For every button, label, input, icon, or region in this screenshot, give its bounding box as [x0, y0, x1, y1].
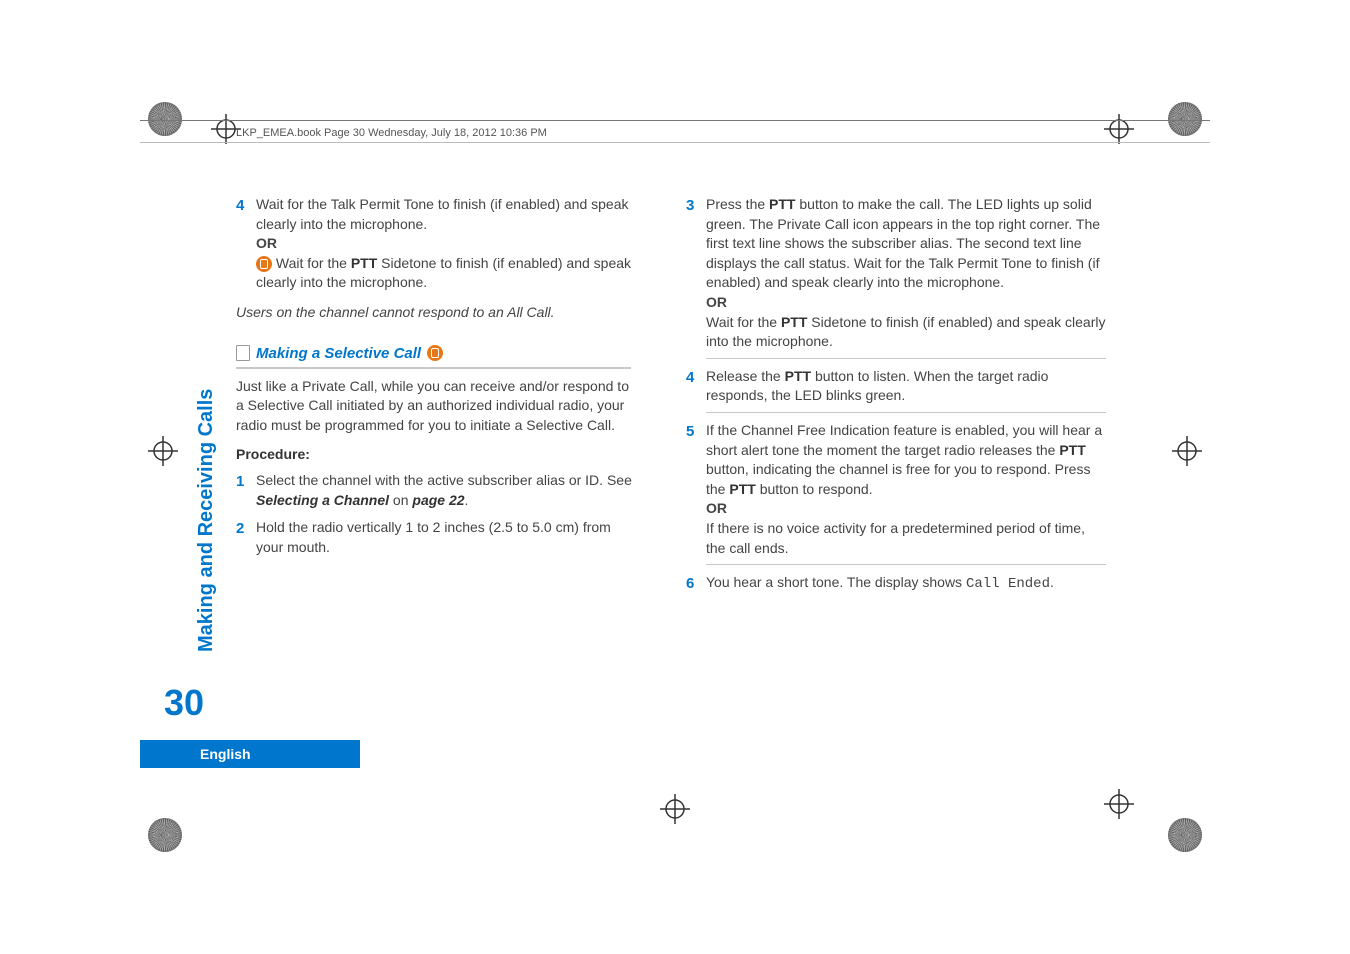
step-text: Release the [706, 368, 785, 384]
step-text: If there is no voice activity for a pred… [706, 520, 1085, 556]
section-title: Making a Selective Call [256, 343, 421, 364]
step-number: 4 [686, 367, 706, 413]
step-number: 4 [236, 195, 256, 293]
step-text: Wait for the [276, 255, 351, 271]
registration-mark-icon [1172, 436, 1202, 466]
step-text: on [389, 492, 412, 508]
registration-mark-icon [1104, 789, 1134, 819]
step-text: You hear a short tone. The display shows [706, 574, 966, 590]
step-3: 3 Press the PTT button to make the call.… [686, 195, 1106, 359]
step-text: . [1050, 574, 1054, 590]
step-number: 3 [686, 195, 706, 359]
header-rule [140, 142, 1210, 143]
display-text: Call Ended [966, 576, 1050, 592]
registration-mark-icon [660, 794, 690, 824]
page-header-text: LKP_EMEA.book Page 30 Wednesday, July 18… [236, 127, 547, 139]
step-text: If the Channel Free Indication feature i… [706, 422, 1102, 458]
divider [706, 412, 1106, 413]
left-column: 4 Wait for the Talk Permit Tone to finis… [236, 195, 636, 603]
step-2: 2 Hold the radio vertically 1 to 2 inche… [236, 518, 636, 557]
section-intro: Just like a Private Call, while you can … [236, 377, 636, 436]
or-label: OR [706, 500, 727, 516]
step-number: 5 [686, 421, 706, 565]
side-tab: Making and Receiving Calls [195, 389, 218, 652]
step-6: 6 You hear a short tone. The display sho… [686, 573, 1106, 595]
divider [706, 564, 1106, 565]
ptt-label: PTT [1059, 442, 1085, 458]
step-text: button to respond. [756, 481, 873, 497]
content-columns: 4 Wait for the Talk Permit Tone to finis… [236, 195, 1106, 603]
crop-mark-icon [148, 102, 182, 136]
or-label: OR [706, 294, 727, 310]
step-number: 6 [686, 573, 706, 595]
step-text: Hold the radio vertically 1 to 2 inches … [256, 518, 636, 557]
step-text: . [465, 492, 469, 508]
step-text: Wait for the Talk Permit Tone to finish … [256, 196, 629, 232]
or-label: OR [256, 235, 277, 251]
ptt-label: PTT [785, 368, 811, 384]
divider [706, 358, 1106, 359]
step-text: Select the channel with the active subsc… [256, 472, 632, 488]
page-number: 30 [164, 682, 204, 724]
cross-ref: Selecting a Channel [256, 492, 389, 508]
registration-mark-icon [148, 436, 178, 466]
header-rule [140, 120, 1210, 121]
page-ref: page 22 [412, 492, 464, 508]
step-1: 1 Select the channel with the active sub… [236, 471, 636, 510]
ptt-label: PTT [781, 314, 807, 330]
step-number: 2 [236, 518, 256, 557]
crop-mark-icon [1168, 818, 1202, 852]
radio-icon [427, 345, 443, 361]
crop-mark-icon [1168, 102, 1202, 136]
radio-icon [256, 256, 272, 272]
language-tab: English [140, 740, 360, 768]
procedure-label: Procedure: [236, 445, 636, 465]
step-4: 4 Release the PTT button to listen. When… [686, 367, 1106, 413]
crop-mark-icon [148, 818, 182, 852]
ptt-label: PTT [769, 196, 795, 212]
step-text: Wait for the [706, 314, 781, 330]
right-column: 3 Press the PTT button to make the call.… [686, 195, 1106, 603]
ptt-label: PTT [351, 255, 377, 271]
step-text: Press the [706, 196, 769, 212]
step-4: 4 Wait for the Talk Permit Tone to finis… [236, 195, 636, 293]
registration-mark-icon [1104, 114, 1134, 144]
step-number: 1 [236, 471, 256, 510]
section-heading: Making a Selective Call [236, 343, 631, 369]
document-icon [236, 345, 250, 361]
note-text: Users on the channel cannot respond to a… [236, 303, 636, 323]
ptt-label: PTT [729, 481, 755, 497]
step-5: 5 If the Channel Free Indication feature… [686, 421, 1106, 565]
